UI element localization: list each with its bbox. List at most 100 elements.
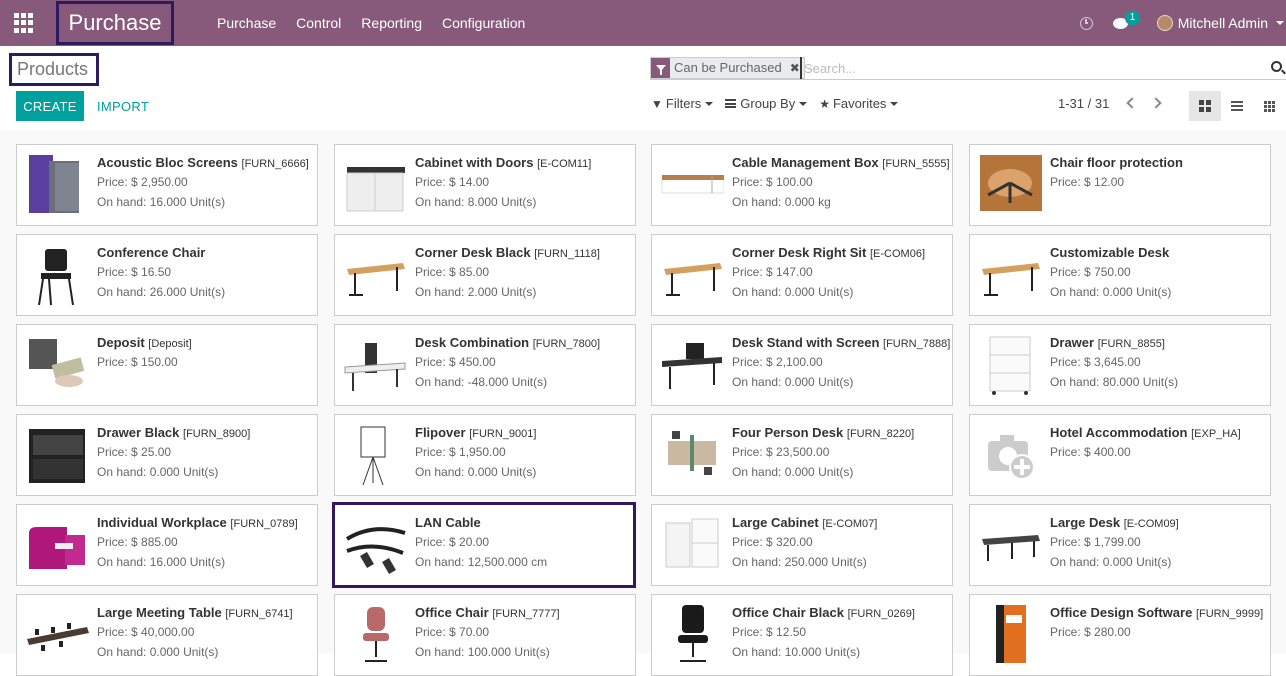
user-menu-caret-icon[interactable] bbox=[1276, 21, 1284, 25]
apps-menu-icon[interactable] bbox=[14, 13, 34, 33]
product-card[interactable]: Chair floor protection Price: $ 12.00 bbox=[969, 144, 1271, 226]
product-on-hand: On hand: 0.000 kg bbox=[732, 195, 831, 209]
product-card[interactable]: Office Chair [FURN_7777] Price: $ 70.00 On… bbox=[334, 594, 636, 676]
floor-protection-image bbox=[978, 153, 1042, 217]
product-card[interactable]: Cabinet with Doors [E-COM11] Price: $ 14.… bbox=[334, 144, 636, 226]
product-on-hand: On hand: 16.000 Unit(s) bbox=[97, 195, 226, 209]
pager-previous-icon[interactable] bbox=[1126, 97, 1138, 109]
product-card[interactable]: LAN Cable Price: $ 20.00 On hand: 12,500.0… bbox=[332, 502, 636, 588]
product-name: Hotel Accommodation [EXP_HA] bbox=[1050, 425, 1266, 440]
product-name: Office Design Software [FURN_9999] bbox=[1050, 605, 1266, 620]
product-card[interactable]: Desk Stand with Screen [FURN_7888] Price:… bbox=[651, 324, 953, 406]
search-options: ▼ Filters Group By ★ Favorites bbox=[651, 96, 910, 111]
product-card[interactable]: Drawer [FURN_8855] Price: $ 3,645.00 On ha… bbox=[969, 324, 1271, 406]
product-reference: [FURN_9001] bbox=[469, 428, 537, 440]
product-price: Price: $ 150.00 bbox=[97, 355, 178, 369]
pager-value[interactable]: 1-31 / 31 bbox=[1058, 96, 1109, 111]
list-icon bbox=[1231, 101, 1243, 111]
product-card[interactable]: Cable Management Box [FURN_5555] Price: $… bbox=[651, 144, 953, 226]
menu-configuration[interactable]: Configuration bbox=[432, 15, 535, 31]
product-details: Desk Combination [FURN_7800] Price: $ 450… bbox=[415, 335, 631, 389]
product-title: Large Desk bbox=[1050, 515, 1121, 530]
product-name: Deposit [Deposit] bbox=[97, 335, 313, 350]
cabinet-image bbox=[343, 153, 407, 217]
pager-next-icon[interactable] bbox=[1150, 97, 1162, 109]
search-icon[interactable] bbox=[1271, 61, 1282, 72]
product-card[interactable]: Corner Desk Right Sit [E-COM06] Price: $ … bbox=[651, 234, 953, 316]
product-name: Office Chair [FURN_7777] bbox=[415, 605, 631, 620]
large-cabinet-image bbox=[660, 513, 724, 577]
chevron-down-icon bbox=[890, 101, 899, 106]
software-box-image bbox=[978, 603, 1042, 667]
product-name: Large Desk [E-COM09] bbox=[1050, 515, 1266, 530]
product-card[interactable]: Customizable Desk Price: $ 750.00 On hand:… bbox=[969, 234, 1271, 316]
product-card[interactable]: Deposit [Deposit] Price: $ 150.00 bbox=[16, 324, 318, 406]
avatar[interactable] bbox=[1156, 15, 1173, 31]
menu-purchase[interactable]: Purchase bbox=[207, 15, 286, 31]
product-on-hand: On hand: 0.000 Unit(s) bbox=[732, 465, 854, 479]
product-price: Price: $ 14.00 bbox=[415, 175, 490, 189]
product-price: Price: $ 450.00 bbox=[415, 355, 496, 369]
product-reference: [E-COM09] bbox=[1123, 518, 1179, 530]
product-card[interactable]: Conference Chair Price: $ 16.50 On hand: 2… bbox=[16, 234, 318, 316]
product-card[interactable]: Office Design Software [FURN_9999] Price:… bbox=[969, 594, 1271, 676]
group-by-dropdown[interactable]: Group By bbox=[725, 96, 809, 111]
product-title: Individual Workplace bbox=[97, 515, 227, 530]
user-name[interactable]: Mitchell Admin bbox=[1178, 15, 1268, 31]
kanban-icon bbox=[1199, 100, 1211, 112]
filters-label: Filters bbox=[665, 96, 702, 111]
product-name: Office Chair Black [FURN_0269] bbox=[732, 605, 948, 620]
product-reference: [EXP_HA] bbox=[1191, 428, 1241, 440]
kanban-view-button[interactable] bbox=[1189, 91, 1221, 121]
view-switcher bbox=[1189, 91, 1285, 121]
product-card[interactable]: Acoustic Bloc Screens [FURN_6666] Price: … bbox=[16, 144, 318, 226]
product-name: Chair floor protection bbox=[1050, 155, 1266, 170]
product-card[interactable]: Desk Combination [FURN_7800] Price: $ 450… bbox=[334, 324, 636, 406]
messaging-menu[interactable]: 1 bbox=[1112, 11, 1141, 30]
product-card[interactable]: Corner Desk Black [FURN_1118] Price: $ 85… bbox=[334, 234, 636, 316]
list-view-button[interactable] bbox=[1221, 91, 1253, 121]
favorites-dropdown[interactable]: ★ Favorites bbox=[819, 96, 900, 111]
systray: 1 Mitchell Admin bbox=[1079, 0, 1286, 46]
product-card[interactable]: Large Desk [E-COM09] Price: $ 1,799.00 On … bbox=[969, 504, 1271, 586]
product-price: Price: $ 70.00 bbox=[415, 625, 490, 639]
product-card[interactable]: Individual Workplace [FURN_0789] Price: $… bbox=[16, 504, 318, 586]
product-price: Price: $ 400.00 bbox=[1050, 445, 1131, 459]
product-card[interactable]: Four Person Desk [FURN_8220] Price: $ 23,… bbox=[651, 414, 953, 496]
kanban-view: Acoustic Bloc Screens [FURN_6666] Price: … bbox=[0, 131, 1286, 676]
import-button[interactable]: IMPORT bbox=[97, 91, 149, 121]
product-name: Drawer Black [FURN_8900] bbox=[97, 425, 313, 440]
product-price: Price: $ 12.50 bbox=[732, 625, 807, 639]
create-button[interactable]: CREATE bbox=[16, 91, 84, 121]
grid-view-button[interactable] bbox=[1253, 91, 1285, 121]
product-reference: [FURN_7777] bbox=[492, 608, 560, 620]
product-title: Office Design Software bbox=[1050, 605, 1193, 620]
chevron-down-icon bbox=[705, 101, 714, 106]
product-card[interactable]: Hotel Accommodation [EXP_HA] Price: $ 400… bbox=[969, 414, 1271, 496]
menu-reporting[interactable]: Reporting bbox=[351, 15, 432, 31]
product-card[interactable]: Drawer Black [FURN_8900] Price: $ 25.00 On… bbox=[16, 414, 318, 496]
product-on-hand: On hand: 80.000 Unit(s) bbox=[1050, 375, 1179, 389]
filters-dropdown[interactable]: ▼ Filters bbox=[651, 96, 715, 111]
product-card[interactable]: Flipover [FURN_9001] Price: $ 1,950.00 On … bbox=[334, 414, 636, 496]
product-title: Large Meeting Table bbox=[97, 605, 222, 620]
product-card[interactable]: Large Cabinet [E-COM07] Price: $ 320.00 On… bbox=[651, 504, 953, 586]
product-title: Deposit bbox=[97, 335, 145, 350]
product-details: Office Chair [FURN_7777] Price: $ 70.00 On… bbox=[415, 605, 631, 659]
app-brand[interactable]: Purchase bbox=[56, 1, 174, 45]
product-title: Conference Chair bbox=[97, 245, 206, 260]
product-card[interactable]: Large Meeting Table [FURN_6741] Price: $ … bbox=[16, 594, 318, 676]
product-reference: [Deposit] bbox=[148, 338, 192, 350]
product-details: Large Cabinet [E-COM07] Price: $ 320.00 On… bbox=[732, 515, 948, 569]
menu-control[interactable]: Control bbox=[286, 15, 351, 31]
product-reference: [FURN_8900] bbox=[183, 428, 251, 440]
product-details: Four Person Desk [FURN_8220] Price: $ 23,… bbox=[732, 425, 948, 479]
office-chair-image bbox=[343, 603, 407, 667]
product-name: LAN Cable bbox=[415, 515, 629, 530]
product-name: Four Person Desk [FURN_8220] bbox=[732, 425, 948, 440]
product-card[interactable]: Office Chair Black [FURN_0269] Price: $ 1… bbox=[651, 594, 953, 676]
activity-clock-icon[interactable] bbox=[1079, 16, 1093, 30]
product-details: Cabinet with Doors [E-COM11] Price: $ 14.… bbox=[415, 155, 631, 209]
product-title: Hotel Accommodation bbox=[1050, 425, 1188, 440]
search-input[interactable] bbox=[800, 57, 1260, 79]
